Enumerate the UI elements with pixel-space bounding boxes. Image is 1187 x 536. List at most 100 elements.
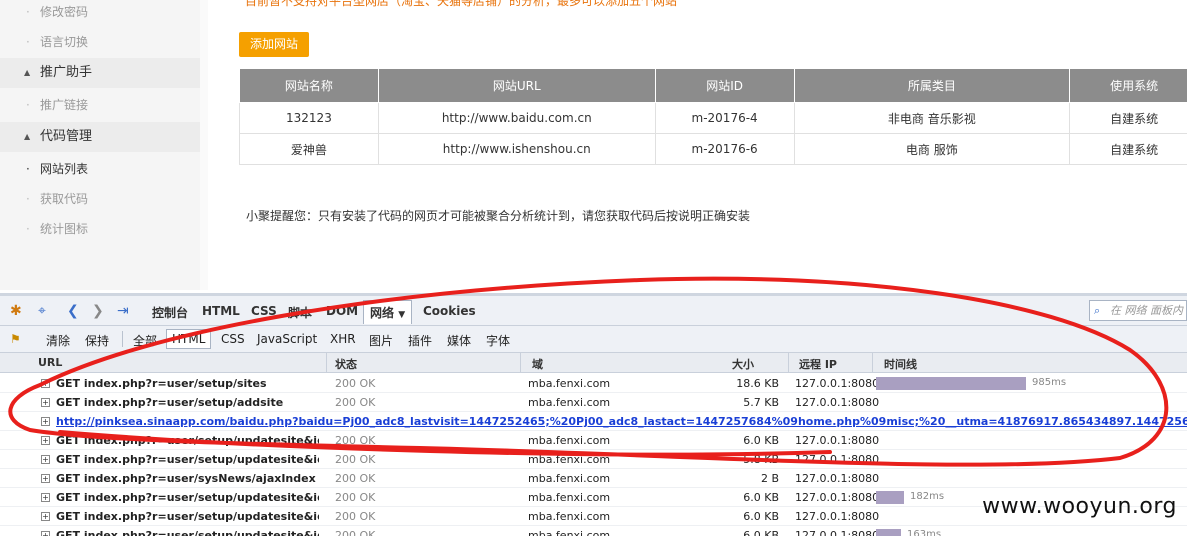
request-domain: mba.fenxi.com [528,472,611,485]
request-domain: mba.fenxi.com [528,491,611,504]
filter-javascript[interactable]: JavaScript [257,332,317,346]
request-row[interactable]: + GET index.php?r=user/sysNews/ajaxIndex 2… [0,469,1187,488]
filter-fonts[interactable]: 字体 [486,332,510,349]
request-status: 200 OK [335,491,376,504]
sidebar-group-code[interactable]: ▲ 代码管理 [0,122,200,152]
expand-plus-icon[interactable]: + [41,398,50,407]
request-status: 200 OK [335,472,376,485]
column-divider[interactable] [788,353,789,373]
request-remote-ip: 127.0.0.1:8080 [795,396,880,409]
back-icon[interactable]: ❮ [67,302,79,320]
filter-images[interactable]: 图片 [369,332,393,349]
request-status: 200 OK [335,453,376,466]
request-row[interactable]: + GET index.php?r=user/setup/addsite 200 O… [0,393,1187,412]
request-row[interactable]: + http://pinksea.sinaapp.com/baidu.php?ba… [0,412,1187,431]
request-status: 200 OK [335,377,376,390]
col-header-url[interactable]: URL [38,356,62,369]
inspect-icon[interactable]: ⌖ [38,302,46,320]
sidebar-item-site-list[interactable]: 网站列表 [0,154,200,184]
clear-button[interactable]: 清除 [46,332,70,349]
expand-plus-icon[interactable]: + [41,474,50,483]
filter-all[interactable]: 全部 [133,332,157,349]
request-remote-ip: 127.0.0.1:8080 [795,453,880,466]
search-placeholder: 在 网络 面板内 [1110,304,1183,317]
tab-network-label: 网络 [370,306,395,320]
tab-script[interactable]: 脚本 [288,304,312,321]
request-domain: mba.fenxi.com [528,377,611,390]
timeline-bar [876,529,901,536]
step-into-icon[interactable]: ⇥ [117,302,129,320]
filter-plugins[interactable]: 插件 [408,332,432,349]
tab-css[interactable]: CSS [251,304,277,318]
filter-css[interactable]: CSS [221,332,245,346]
search-icon: ⌕ [1094,304,1101,317]
request-row[interactable]: + GET index.php?r=user/setup/sites 200 OK m… [0,374,1187,393]
notice-text: 目前暂不支持对平台型网店（淘宝、天猫等店铺）的分析，最多可以添加五个网站 [245,0,678,8]
expand-plus-icon[interactable]: + [41,512,50,521]
sidebar-group-promo[interactable]: ▲ 推广助手 [0,58,200,88]
table-header-row: 网站名称 网站URL 网站ID 所属类目 使用系统 [239,68,1187,103]
add-site-button[interactable]: 添加网站 [239,32,309,57]
xhr-icon[interactable]: ⚑ [10,330,21,348]
col-header-remote-ip[interactable]: 远程 IP [799,356,837,372]
devtools-search-input[interactable]: ⌕ 在 网络 面板内 [1089,300,1187,321]
sidebar-item-stats-icon[interactable]: 统计图标 [0,214,200,244]
timeline-bar [876,377,1026,390]
request-size: 18.6 KB [736,377,779,390]
filter-xhr[interactable]: XHR [330,332,356,346]
page-root: 修改密码 语言切换 ▲ 推广助手 推广链接 ▲ 代码管理 网站列表 获取代码 统… [0,0,1187,536]
expand-plus-icon[interactable]: + [41,436,50,445]
request-status: 200 OK [335,396,376,409]
expand-plus-icon[interactable]: + [41,531,50,536]
sidebar-group-label: 代码管理 [40,129,93,144]
request-row[interactable]: + GET index.php?r=user/setup/updatesite&i… [0,431,1187,450]
forward-icon[interactable]: ❯ [92,302,104,320]
request-row[interactable]: + GET index.php?r=user/setup/updatesite&i… [0,450,1187,469]
col-header-system: 使用系统 [1069,68,1187,103]
expand-plus-icon[interactable]: + [41,379,50,388]
request-size: 6.0 KB [743,434,779,447]
request-url: GET index.php?r=user/sysNews/ajaxIndex [56,472,316,485]
column-divider[interactable] [520,353,521,373]
sidebar-item-language[interactable]: 语言切换 [0,27,200,57]
tab-console[interactable]: 控制台 [152,304,188,321]
col-header-timeline[interactable]: 时间线 [884,356,917,372]
expand-plus-icon[interactable]: + [41,455,50,464]
toolbar-divider [122,331,123,347]
expand-plus-icon[interactable]: + [41,493,50,502]
expand-plus-icon[interactable]: + [41,417,50,426]
firebug-icon[interactable]: ✱ [10,302,22,320]
request-size: 6.0 KB [743,510,779,523]
persist-button[interactable]: 保持 [85,332,109,349]
tab-html[interactable]: HTML [202,304,240,318]
filter-html[interactable]: HTML [166,329,212,349]
col-header-size[interactable]: 大小 [732,356,754,372]
tab-cookies[interactable]: Cookies [423,304,476,318]
request-url: http://pinksea.sinaapp.com/baidu.php?bai… [56,415,1187,428]
col-header-domain[interactable]: 域 [532,356,543,372]
sidebar-item-promo-link[interactable]: 推广链接 [0,90,200,120]
cell-site-name: 132123 [239,102,379,134]
request-row[interactable]: + GET index.php?r=user/setup/updatesite&i… [0,526,1187,536]
request-url: GET index.php?r=user/setup/updatesite&id… [56,491,319,504]
cell-system: 自建系统 [1069,102,1187,134]
cell-system: 自建系统 [1069,133,1187,165]
sidebar-item-get-code[interactable]: 获取代码 [0,184,200,214]
table-row: 132123 http://www.baidu.com.cn m-20176-4… [239,102,1187,134]
sites-table: 网站名称 网站URL 网站ID 所属类目 使用系统 132123 http://… [239,68,1187,165]
sidebar-item-change-password[interactable]: 修改密码 [0,0,200,27]
col-header-site-url: 网站URL [377,68,656,103]
tab-network[interactable]: 网络 ▼ [363,300,413,324]
request-remote-ip: 127.0.0.1:8080 [795,529,880,536]
column-divider[interactable] [326,353,327,373]
tab-dom[interactable]: DOM [326,304,358,318]
sidebar-divider [200,0,208,290]
cell-site-url: http://www.baidu.com.cn [377,102,656,134]
request-url: GET index.php?r=user/setup/updatesite&id… [56,529,319,536]
request-size: 6.0 KB [743,529,779,536]
filter-media[interactable]: 媒体 [447,332,471,349]
col-header-category: 所属类目 [793,68,1071,103]
column-divider[interactable] [872,353,873,373]
col-header-status[interactable]: 状态 [335,356,357,372]
request-domain: mba.fenxi.com [528,453,611,466]
